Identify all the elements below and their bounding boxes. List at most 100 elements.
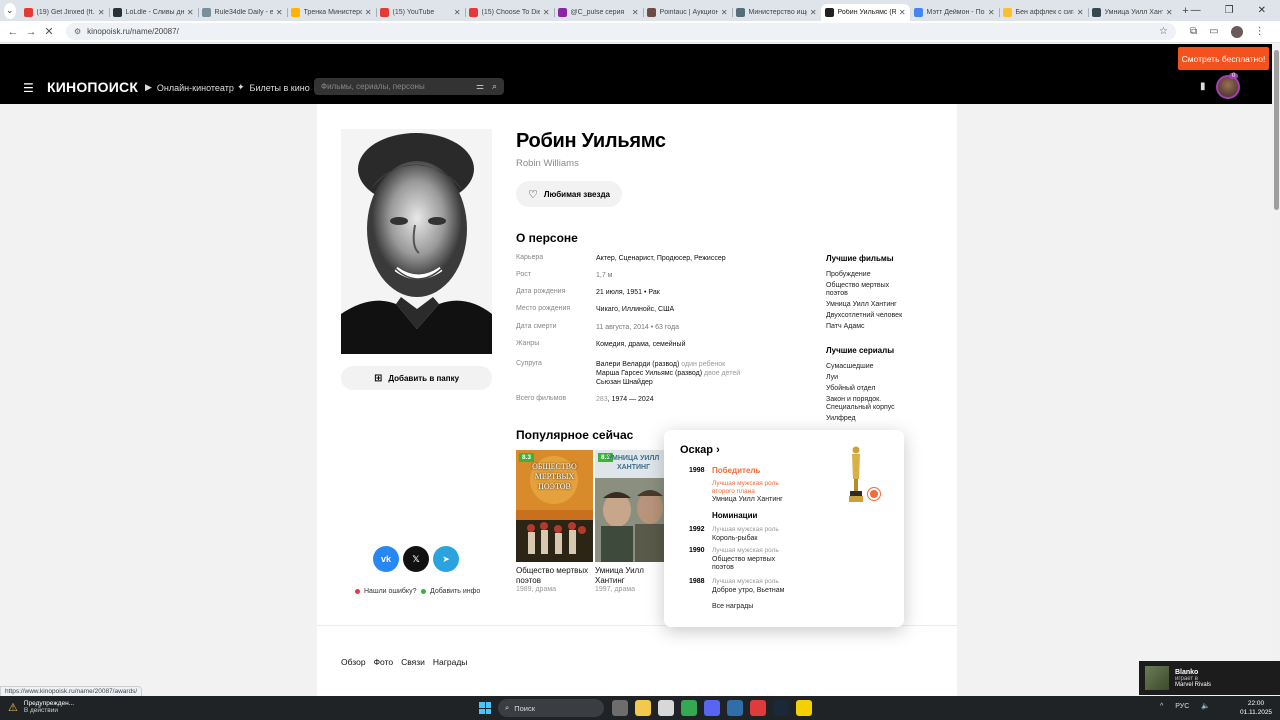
best-series-item[interactable]: Уилфред [826, 415, 906, 423]
tab-close-icon[interactable]: ✕ [187, 8, 194, 17]
browser-tab[interactable]: Умница Уилл Хантин✕ [1087, 4, 1177, 21]
tab-search-icon[interactable]: ⌄ [4, 2, 16, 19]
game-notification[interactable]: Blanko играет в Marvel Rivals [1139, 661, 1280, 695]
browser-menu-icon[interactable]: ⋮ [1255, 26, 1265, 37]
report-error-link[interactable]: Нашли ошибку? [355, 588, 416, 595]
minimize-icon[interactable]: — [1191, 5, 1201, 16]
favorite-star-button[interactable]: ♡ Любимая звезда [516, 181, 622, 207]
poster-dead-poets[interactable]: 8.3 ОБЩЕСТВО МЕРТВЫХ ПОЭТОВ [516, 450, 593, 562]
award-film-link[interactable]: Умница Уилл Хантинг [712, 496, 802, 504]
new-tab-button[interactable]: + [1181, 4, 1191, 18]
weather-warning[interactable]: ⚠ Предупрежден... В действии [8, 700, 74, 714]
sidepanel-icon[interactable]: ▭ [1209, 26, 1218, 37]
clock[interactable]: 22:00 01.11.2025 [1240, 699, 1272, 717]
extensions-icon[interactable]: ⧉ [1190, 26, 1197, 37]
profile-avatar[interactable] [1230, 25, 1243, 38]
app-icon[interactable] [727, 700, 743, 716]
tab-close-icon[interactable]: ✕ [543, 8, 550, 17]
steam-icon[interactable] [773, 700, 789, 716]
maximize-icon[interactable]: ❐ [1225, 5, 1234, 16]
browser-tab[interactable]: Мэтт Деймон - Пои ✕ [910, 4, 999, 21]
browser-tab[interactable]: Pointauc | Аукцион ✕ [642, 4, 732, 21]
site-info-icon[interactable]: ⚙ [74, 27, 81, 36]
tab-close-icon[interactable]: ✕ [1077, 8, 1084, 17]
page-tab[interactable]: Награды [433, 657, 468, 667]
browser-tab[interactable]: Министерство ищет ✕ [731, 4, 821, 21]
scrollbar-thumb[interactable] [1274, 50, 1279, 210]
add-info-link[interactable]: Добавить инфо [421, 588, 480, 595]
reload-icon[interactable]: ✕ [40, 25, 58, 38]
forward-icon[interactable]: → [22, 26, 40, 38]
speaker-icon[interactable]: 🔈 [1201, 702, 1210, 710]
close-window-icon[interactable]: ✕ [1258, 5, 1266, 16]
tab-close-icon[interactable]: ✕ [899, 8, 906, 17]
poster-good-will-hunting[interactable]: 8.3 УМНИЦА УИЛЛ ХАНТИНГ [595, 450, 672, 562]
best-series-item[interactable]: Закон и порядок. Специальный корпус [826, 396, 906, 412]
film-title[interactable]: Общество мертвых поэтов [516, 566, 596, 585]
filter-icon[interactable]: ⚌ [476, 81, 484, 92]
best-series-item[interactable]: Сумасшедшие [826, 363, 906, 371]
browser-tab[interactable]: Rule34dle Daily - ei ✕ [197, 4, 287, 21]
tab-close-icon[interactable]: ✕ [454, 8, 461, 17]
info-value[interactable]: Чикаго, Иллинойс, США [596, 305, 674, 314]
tab-close-icon[interactable]: ✕ [988, 8, 995, 17]
all-awards-link[interactable]: Все награды [712, 603, 802, 611]
chevron-up-icon[interactable]: ^ [1160, 703, 1163, 710]
search-input[interactable]: Фильмы, сериалы, персоны ⚌ ⌕ [314, 78, 504, 95]
info-value[interactable]: Актер, Сценарист, Продюсер, Режиссер [596, 254, 726, 263]
chrome-icon[interactable] [681, 700, 697, 716]
discord-icon[interactable] [704, 700, 720, 716]
info-value[interactable]: Комедия, драма, семейный [596, 340, 685, 349]
browser-tab[interactable]: LoLdle - Сливы дня ✕ [108, 4, 198, 21]
browser-tab[interactable]: @C_pulse серия ✕ [553, 4, 643, 21]
browser-tab[interactable]: Робин Уильямс (Ro ✕ [820, 3, 910, 21]
notepad-icon[interactable] [658, 700, 674, 716]
bookmark-icon[interactable]: ▮ [1200, 81, 1206, 92]
nav-online-cinema[interactable]: ▶ Онлайн-кинотеатр [145, 82, 234, 93]
browser-tab[interactable]: Бен аффлек с сигар✕ [998, 4, 1088, 21]
tab-close-icon[interactable]: ✕ [98, 8, 105, 17]
films-count-link[interactable]: 283 [596, 396, 608, 403]
browser-tab[interactable]: (15) YouTube ✕ [375, 4, 465, 21]
best-films-item[interactable]: Общество мертвых поэтов [826, 282, 906, 298]
task-view-icon[interactable] [612, 700, 628, 716]
award-film-link[interactable]: Король-рыбак [712, 535, 802, 543]
tab-close-icon[interactable]: ✕ [276, 8, 283, 17]
tab-close-icon[interactable]: ✕ [810, 8, 817, 17]
back-icon[interactable]: ← [4, 26, 22, 38]
oscar-title-link[interactable]: Оскар › [680, 444, 720, 456]
best-films-item[interactable]: Умница Уилл Хантинг [826, 301, 906, 309]
award-film-link[interactable]: Общество мертвых поэтов [712, 556, 787, 572]
browser-tab[interactable]: (15) Choose To Die ✕ [464, 4, 554, 21]
best-films-item[interactable]: Двухсотлетний человек [826, 312, 906, 320]
tab-close-icon[interactable]: ✕ [632, 8, 639, 17]
spouse-name-link[interactable]: Сьюзан Шнайдер [596, 379, 653, 386]
menu-icon[interactable]: ☰ [23, 81, 34, 95]
best-films-item[interactable]: Пробуждение [826, 271, 906, 279]
share-vk-button[interactable]: vk [373, 546, 399, 572]
taskbar-search[interactable]: ⌕ Поиск [498, 699, 604, 717]
start-button[interactable] [479, 702, 491, 714]
best-series-item[interactable]: Убойный отдел [826, 385, 906, 393]
url-field[interactable]: ⚙ kinopoisk.ru/name/20087/ ☆ [66, 23, 1176, 40]
share-telegram-button[interactable]: ➤ [433, 546, 459, 572]
nav-cinema-tickets[interactable]: ✦ Билеты в кино [237, 82, 310, 93]
film-title[interactable]: Умница Уилл Хантинг [595, 566, 675, 585]
kinopoisk-logo[interactable]: КИНОПОИСК [47, 79, 138, 95]
tab-close-icon[interactable]: ✕ [1166, 8, 1173, 17]
spouse-name-link[interactable]: Маршa Гарсес Уильямс (развод) [596, 370, 702, 377]
award-film-link[interactable]: Доброе утро, Вьетнам [712, 587, 802, 595]
share-x-button[interactable]: 𝕏 [403, 546, 429, 572]
lang-indicator[interactable]: РУС [1175, 703, 1189, 710]
page-tab[interactable]: Связи [401, 657, 425, 667]
best-films-item[interactable]: Патч Адамс [826, 323, 906, 331]
tab-close-icon[interactable]: ✕ [721, 8, 728, 17]
add-to-folder-button[interactable]: ⊞ Добавить в папку [341, 366, 492, 390]
watch-free-button[interactable]: Смотреть бесплатно! [1178, 47, 1269, 70]
obs-icon[interactable] [750, 700, 766, 716]
explorer-icon[interactable] [635, 700, 651, 716]
page-tab[interactable]: Фото [374, 657, 394, 667]
best-series-item[interactable]: Луи [826, 374, 906, 382]
page-tab[interactable]: Обзор [341, 657, 366, 667]
browser-tab[interactable]: Тренка Министерст ✕ [286, 4, 376, 21]
